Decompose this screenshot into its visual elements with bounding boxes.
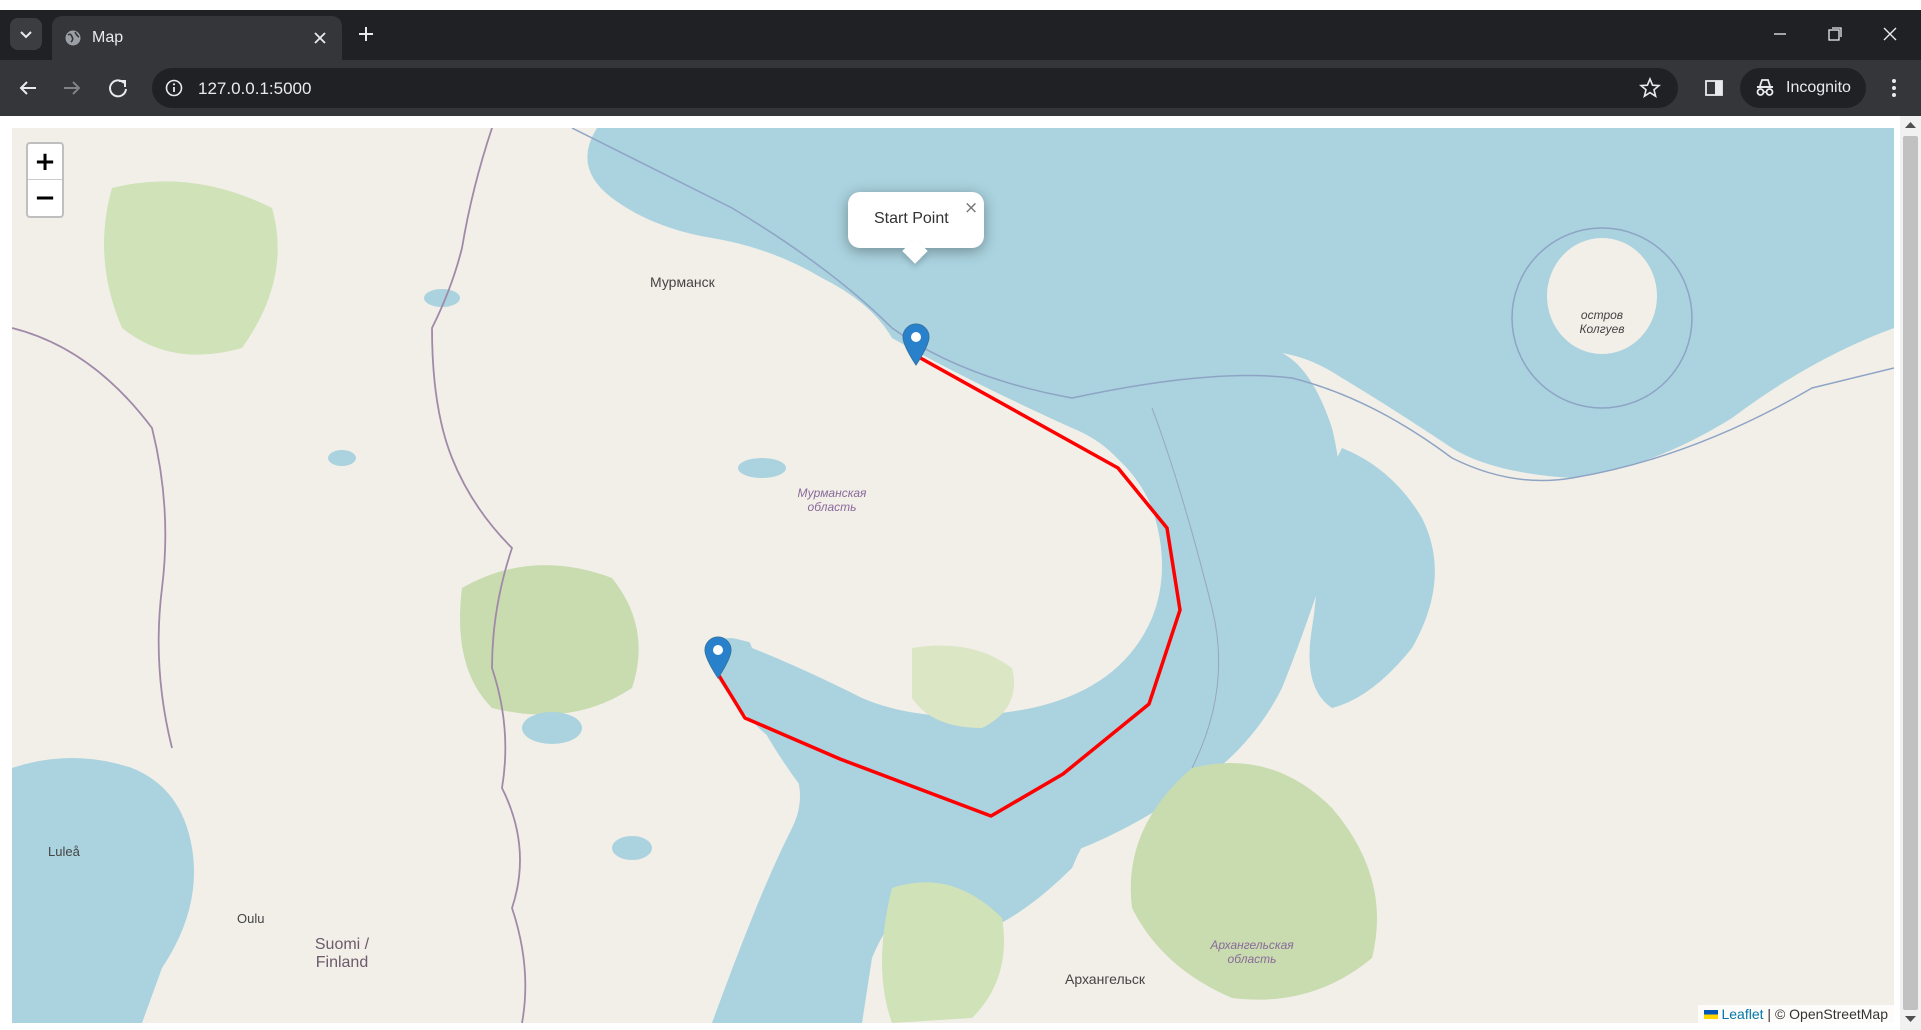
- label-oulu: Oulu: [237, 911, 265, 926]
- scroll-down-arrow-icon[interactable]: [1905, 1016, 1916, 1024]
- label-murmansk-oblast: Мурманская область: [792, 486, 872, 514]
- label-arkhangelsk-oblast: Архангельская область: [1202, 938, 1302, 966]
- label-kolguev-line2: Колгуев: [1579, 322, 1625, 336]
- zoom-control: + −: [26, 142, 64, 218]
- page-scrollbar[interactable]: [1900, 116, 1921, 1030]
- leaflet-link[interactable]: Leaflet: [1721, 1006, 1763, 1022]
- restore-icon[interactable]: [1814, 20, 1854, 48]
- window-top-edge: [0, 0, 1921, 10]
- close-tab-icon[interactable]: [308, 26, 332, 50]
- scrollbar-thumb[interactable]: [1903, 136, 1918, 1010]
- label-kolguev: остров Колгуев: [1572, 308, 1632, 336]
- address-bar[interactable]: 127.0.0.1:5000: [152, 68, 1678, 108]
- label-murmansk-oblast-line1: Мурманская: [797, 486, 867, 500]
- url-text[interactable]: 127.0.0.1:5000: [198, 79, 311, 99]
- start-point-popup: Start Point ×: [848, 192, 984, 264]
- scroll-up-arrow-icon[interactable]: [1905, 120, 1916, 128]
- kolguev-island: [1547, 238, 1657, 354]
- forward-icon[interactable]: [56, 72, 88, 104]
- label-finland-line1: Suomi /: [314, 936, 370, 953]
- leaflet-map[interactable]: Мурманск Мурманская область остров Колгу…: [12, 128, 1894, 1023]
- site-info-icon[interactable]: [164, 78, 184, 98]
- zoom-out-button[interactable]: −: [28, 180, 62, 216]
- more-options-icon[interactable]: [1878, 72, 1910, 104]
- tab-title: Map: [92, 29, 124, 46]
- tab-bar: Map: [0, 10, 1921, 60]
- side-panel-icon[interactable]: [1698, 72, 1730, 104]
- back-icon[interactable]: [12, 72, 44, 104]
- osm-attribution: | © OpenStreetMap: [1763, 1006, 1888, 1022]
- lake-3: [612, 836, 652, 860]
- popup-text: Start Point: [874, 210, 949, 228]
- close-window-icon[interactable]: [1870, 20, 1910, 48]
- label-finland-line2: Finland: [315, 954, 369, 971]
- label-murmansk: Мурманск: [650, 274, 715, 290]
- label-kolguev-line1: остров: [1580, 308, 1624, 322]
- reload-icon[interactable]: [102, 72, 134, 104]
- bookmark-star-icon[interactable]: [1638, 76, 1662, 100]
- label-lulea: Luleå: [48, 844, 80, 859]
- browser-tab[interactable]: Map: [52, 16, 342, 60]
- globe-icon: [65, 30, 81, 46]
- forest-north: [104, 181, 278, 355]
- label-finland: Suomi / Finland: [302, 936, 382, 972]
- incognito-indicator[interactable]: Incognito: [1740, 68, 1866, 108]
- zoom-in-button[interactable]: +: [28, 144, 62, 180]
- minimize-icon[interactable]: [1760, 20, 1800, 48]
- ukraine-flag-icon: [1704, 1010, 1719, 1019]
- label-murmansk-oblast-line2: область: [807, 500, 857, 514]
- incognito-icon: [1756, 79, 1774, 96]
- chevron-down-icon: [20, 31, 32, 39]
- browser-toolbar: 127.0.0.1:5000 Incognito: [0, 60, 1921, 116]
- label-arkhangelsk-oblast-line2: область: [1227, 952, 1277, 966]
- tab-search-button[interactable]: [10, 18, 42, 50]
- forest-karelia: [460, 565, 639, 715]
- map-tiles: [12, 128, 1894, 1023]
- lake-1: [522, 712, 582, 744]
- incognito-label: Incognito: [1786, 79, 1851, 96]
- map-attribution: Leaflet | © OpenStreetMap: [1698, 1005, 1894, 1023]
- page-viewport: Мурманск Мурманская область остров Колгу…: [0, 116, 1900, 1030]
- lake-2: [738, 458, 786, 478]
- label-arkhangelsk-oblast-line1: Архангельская: [1210, 938, 1294, 952]
- new-tab-icon[interactable]: [352, 20, 380, 48]
- label-arkhangelsk: Архангельск: [1065, 971, 1146, 987]
- popup-close-button[interactable]: ×: [964, 198, 978, 218]
- lake-5: [328, 450, 356, 466]
